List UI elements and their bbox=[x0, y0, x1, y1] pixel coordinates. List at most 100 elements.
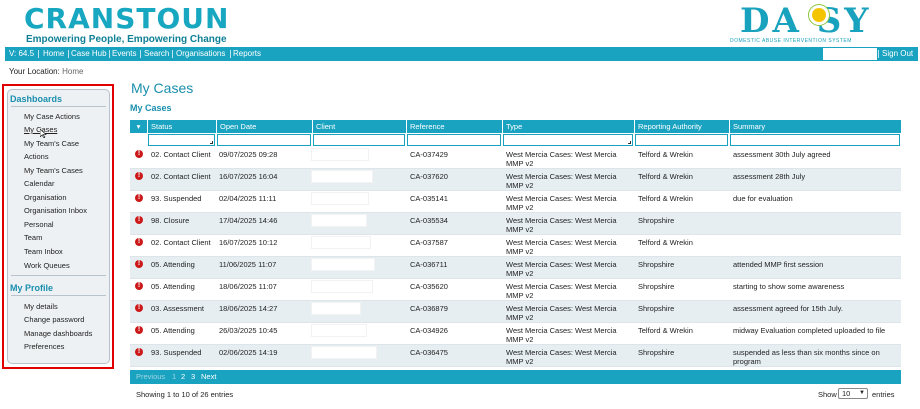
authority-cell: Telford & Wrekin bbox=[638, 326, 693, 335]
reference-cell[interactable]: CA-037429 bbox=[410, 150, 448, 159]
open-date-cell: 11/06/2025 11:07 bbox=[219, 260, 277, 269]
table-row[interactable]: ! 02. Contact Client 09/07/2025 09:28 CA… bbox=[130, 147, 901, 169]
authority-cell: Shropshire bbox=[638, 304, 675, 313]
open-date-cell: 02/04/2025 11:11 bbox=[219, 194, 277, 203]
summary-cell: assessment 28th July bbox=[733, 172, 806, 181]
reference-cell[interactable]: CA-036475 bbox=[410, 348, 448, 357]
reference-cell[interactable]: CA-036711 bbox=[410, 260, 447, 269]
status-cell: 05. Attending bbox=[151, 326, 195, 335]
authority-filter[interactable] bbox=[635, 134, 728, 146]
column-status[interactable]: Status bbox=[147, 120, 216, 133]
sidebar-item-actions[interactable]: Actions bbox=[24, 152, 49, 161]
mouse-cursor-icon bbox=[40, 129, 47, 138]
status-cell: 02. Contact Client bbox=[151, 172, 211, 181]
nav-user-box[interactable] bbox=[823, 48, 877, 60]
table-row[interactable]: ! 02. Contact Client 16/07/2025 16:04 CA… bbox=[130, 169, 901, 191]
sign-out-link[interactable]: Sign Out bbox=[882, 47, 913, 61]
authority-cell: Telford & Wrekin bbox=[638, 150, 693, 159]
page-3-button[interactable]: 3 bbox=[191, 370, 195, 384]
page-2-button[interactable]: 2 bbox=[181, 370, 185, 384]
sidebar-item-calendar[interactable]: Calendar bbox=[24, 179, 54, 188]
status-filter[interactable] bbox=[148, 134, 215, 146]
nav-events[interactable]: Events bbox=[112, 47, 136, 61]
alert-icon: ! bbox=[135, 348, 143, 356]
table-row[interactable]: ! 98. Closure 17/04/2025 14:46 CA-035534… bbox=[130, 213, 901, 235]
type-cell: West Mercia Cases: West Mercia MMP v2 bbox=[506, 348, 617, 366]
reference-filter[interactable] bbox=[407, 134, 501, 146]
reference-cell[interactable]: CA-034926 bbox=[410, 326, 448, 335]
sidebar-item-change-password[interactable]: Change password bbox=[24, 315, 84, 324]
table-row[interactable]: ! 02. Contact Client 16/07/2025 10:12 CA… bbox=[130, 235, 901, 257]
alert-icon: ! bbox=[135, 172, 143, 180]
nav-divider bbox=[109, 50, 110, 58]
client-cell-redacted bbox=[312, 259, 374, 270]
status-cell: 05. Attending bbox=[151, 282, 195, 291]
type-filter[interactable] bbox=[503, 134, 633, 146]
open-date-filter[interactable] bbox=[217, 134, 311, 146]
status-cell: 98. Closure bbox=[151, 216, 190, 225]
profile-heading: My Profile bbox=[10, 283, 54, 293]
authority-cell: Shropshire bbox=[638, 282, 675, 291]
sidebar-item-my-teams-case[interactable]: My Team's Case bbox=[24, 139, 79, 148]
type-cell: West Mercia Cases: West Mercia MMP v2 bbox=[506, 150, 617, 168]
nav-home[interactable]: Home bbox=[43, 47, 64, 61]
cranstoun-logo[interactable]: CRANSTOUN Empowering People, Empowering … bbox=[24, 4, 229, 46]
summary-filter[interactable] bbox=[730, 134, 900, 146]
sidebar-item-preferences[interactable]: Preferences bbox=[24, 342, 64, 351]
status-cell: 03. Assessment bbox=[151, 304, 204, 313]
reference-cell[interactable]: CA-035620 bbox=[410, 282, 448, 291]
summary-cell: assessment 30th July agreed bbox=[733, 150, 831, 159]
sidebar-item-personal[interactable]: Personal bbox=[24, 220, 54, 229]
column-reporting-authority[interactable]: Reporting Authority bbox=[634, 120, 729, 133]
breadcrumb: Your Location: Home bbox=[9, 67, 83, 76]
status-cell: 02. Contact Client bbox=[151, 238, 211, 247]
column-reference[interactable]: Reference bbox=[406, 120, 502, 133]
table-row[interactable]: ! 93. Suspended 02/06/2025 14:19 CA-0364… bbox=[130, 345, 901, 367]
authority-cell: Telford & Wrekin bbox=[638, 238, 693, 247]
open-date-cell: 16/07/2025 16:04 bbox=[219, 172, 278, 181]
previous-page-button[interactable]: Previous bbox=[136, 370, 165, 384]
next-page-button[interactable]: Next bbox=[201, 370, 216, 384]
sidebar-item-team-inbox[interactable]: Team Inbox bbox=[24, 247, 63, 256]
sort-toggle-icon[interactable]: ▾ bbox=[130, 120, 147, 133]
column-client[interactable]: Client bbox=[312, 120, 406, 133]
sidebar-item-manage-dashboards[interactable]: Manage dashboards bbox=[24, 329, 92, 338]
table-row[interactable]: ! 05. Attending 26/03/2025 10:45 CA-0349… bbox=[130, 323, 901, 345]
sidebar-item-work-queues[interactable]: Work Queues bbox=[24, 261, 70, 270]
page-size-select[interactable]: 10 ▼ bbox=[838, 388, 868, 399]
summary-cell: starting to show some awareness bbox=[733, 282, 845, 291]
table-row[interactable]: ! 05. Attending 18/06/2025 11:07 CA-0356… bbox=[130, 279, 901, 301]
brand-tagline: Empowering People, Empowering Change bbox=[26, 34, 227, 45]
version-label: V: 64.5 bbox=[9, 49, 35, 58]
alert-icon: ! bbox=[135, 216, 143, 224]
sidebar-item-team[interactable]: Team bbox=[24, 233, 42, 242]
table-row[interactable]: ! 03. Assessment 18/06/2025 14:27 CA-036… bbox=[130, 301, 901, 323]
location-value[interactable]: Home bbox=[62, 67, 83, 76]
nav-reports[interactable]: Reports bbox=[233, 47, 261, 61]
column-type[interactable]: Type bbox=[502, 120, 634, 133]
column-summary[interactable]: Summary bbox=[729, 120, 901, 133]
sidebar-item-organisation-inbox[interactable]: Organisation Inbox bbox=[24, 206, 87, 215]
nav-organisations[interactable]: Organisations bbox=[176, 47, 225, 61]
table-row[interactable]: ! 05. Attending 11/06/2025 11:07 CA-0367… bbox=[130, 257, 901, 279]
reference-cell[interactable]: CA-037587 bbox=[410, 238, 448, 247]
open-date-cell: 02/06/2025 14:19 bbox=[219, 348, 278, 357]
type-cell: West Mercia Cases: West Mercia MMP v2 bbox=[506, 282, 617, 300]
client-filter[interactable] bbox=[313, 134, 405, 146]
nav-search[interactable]: Search bbox=[144, 47, 169, 61]
column-open-date[interactable]: Open Date bbox=[216, 120, 312, 133]
sidebar-item-my-teams-cases[interactable]: My Team's Cases bbox=[24, 166, 83, 175]
table-row[interactable]: ! 93. Suspended 02/04/2025 11:11 CA-0351… bbox=[130, 191, 901, 213]
nav-case-hub[interactable]: Case Hub bbox=[71, 47, 107, 61]
reference-cell[interactable]: CA-035141 bbox=[410, 194, 448, 203]
open-date-cell: 09/07/2025 09:28 bbox=[219, 150, 278, 159]
sidebar-item-my-details[interactable]: My details bbox=[24, 302, 58, 311]
sidebar-item-my-case-actions[interactable]: My Case Actions bbox=[24, 112, 80, 121]
sidebar-item-organisation[interactable]: Organisation bbox=[24, 193, 67, 202]
type-cell: West Mercia Cases: West Mercia MMP v2 bbox=[506, 216, 617, 234]
reference-cell[interactable]: CA-035534 bbox=[410, 216, 448, 225]
page-1-button[interactable]: 1 bbox=[172, 370, 176, 384]
nav-divider bbox=[68, 50, 69, 58]
reference-cell[interactable]: CA-037620 bbox=[410, 172, 448, 181]
reference-cell[interactable]: CA-036879 bbox=[410, 304, 448, 313]
